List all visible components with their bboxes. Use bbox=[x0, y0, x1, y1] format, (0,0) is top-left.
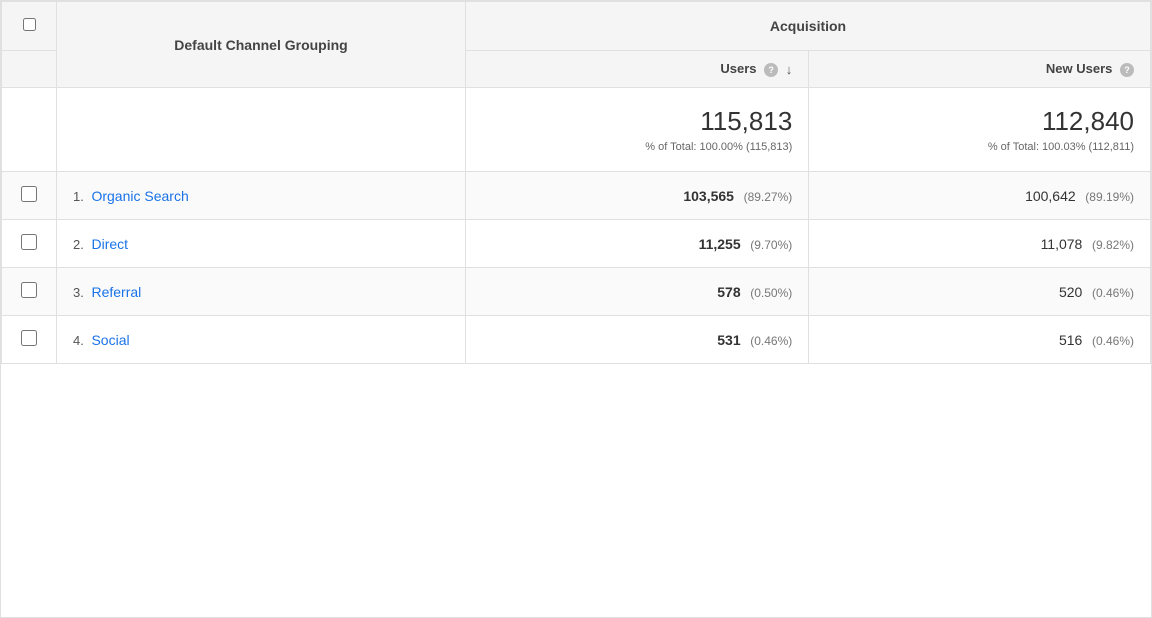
users-help-icon[interactable]: ? bbox=[764, 63, 778, 77]
row-checkbox[interactable] bbox=[21, 282, 37, 298]
users-sort-icon[interactable]: ↓ bbox=[786, 62, 793, 77]
totals-channel-cell bbox=[57, 88, 466, 172]
new-users-column-header[interactable]: New Users ? bbox=[809, 51, 1151, 88]
new-users-cell: 100,642 (89.19%) bbox=[809, 172, 1151, 220]
channel-name-cell: 2. Direct bbox=[57, 220, 466, 268]
channel-link[interactable]: Referral bbox=[91, 284, 141, 300]
users-pct: (89.27%) bbox=[744, 190, 793, 204]
row-checkbox[interactable] bbox=[21, 186, 37, 202]
totals-new-users-sub: % of Total: 100.03% (112,811) bbox=[825, 141, 1134, 153]
row-checkbox[interactable] bbox=[21, 330, 37, 346]
new-users-pct: (89.19%) bbox=[1085, 190, 1134, 204]
totals-users-value: 115,813 bbox=[482, 106, 792, 137]
totals-users-sub: % of Total: 100.00% (115,813) bbox=[482, 141, 792, 153]
totals-row: 115,813 % of Total: 100.00% (115,813) 11… bbox=[2, 88, 1151, 172]
new-users-help-icon[interactable]: ? bbox=[1120, 63, 1134, 77]
totals-new-users-cell: 112,840 % of Total: 100.03% (112,811) bbox=[809, 88, 1151, 172]
checkbox-subheader bbox=[2, 51, 57, 88]
channel-link[interactable]: Direct bbox=[91, 236, 128, 252]
users-cell: 103,565 (89.27%) bbox=[466, 172, 809, 220]
new-users-pct: (0.46%) bbox=[1092, 334, 1134, 348]
row-checkbox-cell[interactable] bbox=[2, 316, 57, 364]
users-cell: 531 (0.46%) bbox=[466, 316, 809, 364]
users-pct: (0.50%) bbox=[750, 286, 792, 300]
row-number: 3. bbox=[73, 285, 88, 300]
users-value: 531 bbox=[717, 332, 740, 348]
row-checkbox-cell[interactable] bbox=[2, 268, 57, 316]
new-users-value: 100,642 bbox=[1025, 188, 1076, 204]
new-users-value: 520 bbox=[1059, 284, 1082, 300]
table-row: 1. Organic Search 103,565 (89.27%) 100,6… bbox=[2, 172, 1151, 220]
new-users-value: 11,078 bbox=[1041, 236, 1083, 252]
users-pct: (0.46%) bbox=[750, 334, 792, 348]
channel-name-cell: 1. Organic Search bbox=[57, 172, 466, 220]
users-column-header[interactable]: Users ? ↓ bbox=[466, 51, 809, 88]
row-number: 4. bbox=[73, 333, 88, 348]
row-checkbox-cell[interactable] bbox=[2, 220, 57, 268]
select-all-checkbox[interactable] bbox=[23, 18, 36, 31]
table-row: 4. Social 531 (0.46%) 516 (0.46%) bbox=[2, 316, 1151, 364]
header-row-top: Default Channel Grouping Acquisition bbox=[2, 2, 1151, 51]
new-users-pct: (0.46%) bbox=[1092, 286, 1134, 300]
users-value: 578 bbox=[717, 284, 740, 300]
channel-grouping-header: Default Channel Grouping bbox=[57, 2, 466, 88]
users-pct: (9.70%) bbox=[750, 238, 792, 252]
row-checkbox[interactable] bbox=[21, 234, 37, 250]
row-number: 1. bbox=[73, 189, 88, 204]
channel-name-cell: 4. Social bbox=[57, 316, 466, 364]
users-cell: 11,255 (9.70%) bbox=[466, 220, 809, 268]
users-value: 11,255 bbox=[699, 236, 741, 252]
new-users-cell: 11,078 (9.82%) bbox=[809, 220, 1151, 268]
acquisition-header: Acquisition bbox=[466, 2, 1151, 51]
channel-link[interactable]: Organic Search bbox=[91, 188, 188, 204]
channel-name-cell: 3. Referral bbox=[57, 268, 466, 316]
analytics-table: Default Channel Grouping Acquisition Use… bbox=[0, 0, 1152, 618]
users-value: 103,565 bbox=[683, 188, 734, 204]
totals-checkbox-cell bbox=[2, 88, 57, 172]
new-users-pct: (9.82%) bbox=[1092, 238, 1134, 252]
totals-new-users-value: 112,840 bbox=[825, 106, 1134, 137]
new-users-cell: 520 (0.46%) bbox=[809, 268, 1151, 316]
table-row: 3. Referral 578 (0.50%) 520 (0.46%) bbox=[2, 268, 1151, 316]
row-number: 2. bbox=[73, 237, 88, 252]
row-checkbox-cell[interactable] bbox=[2, 172, 57, 220]
table-row: 2. Direct 11,255 (9.70%) 11,078 (9.82%) bbox=[2, 220, 1151, 268]
totals-users-cell: 115,813 % of Total: 100.00% (115,813) bbox=[466, 88, 809, 172]
new-users-cell: 516 (0.46%) bbox=[809, 316, 1151, 364]
new-users-value: 516 bbox=[1059, 332, 1082, 348]
users-cell: 578 (0.50%) bbox=[466, 268, 809, 316]
channel-link[interactable]: Social bbox=[91, 332, 129, 348]
select-all-checkbox-cell[interactable] bbox=[2, 2, 57, 51]
